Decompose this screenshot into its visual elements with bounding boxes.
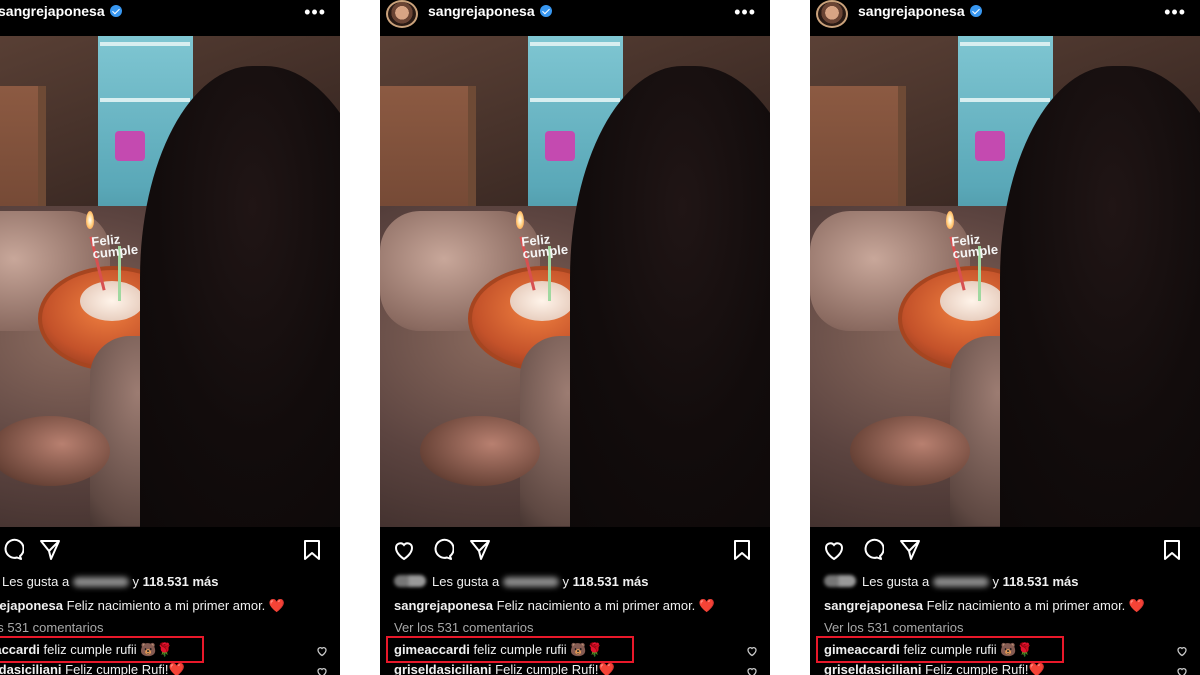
action-bar [810, 538, 1200, 564]
post-username[interactable]: sangrejaponesa [858, 3, 982, 19]
comment-row: griseldasiciliani Feliz cumple Rufi!❤️ [394, 662, 615, 675]
small-heart-icon[interactable] [1176, 645, 1188, 657]
small-heart-icon[interactable] [746, 666, 758, 675]
more-options-icon[interactable]: ••• [304, 2, 326, 23]
post-photo[interactable]: Feliz cumple [810, 36, 1200, 527]
verified-badge-icon [109, 5, 122, 17]
photo-cake [510, 281, 574, 321]
comment-row: gimeaccardi feliz cumple rufii 🐻🌹 [824, 642, 1033, 657]
view-comments-link[interactable]: Ver los 531 comentarios [0, 620, 103, 635]
blurred-username [932, 577, 989, 587]
photo-cake [940, 281, 1004, 321]
small-heart-icon[interactable] [316, 666, 328, 675]
likes-summary[interactable]: Les gusta a y 118.531 más [0, 574, 219, 589]
more-options-icon[interactable]: ••• [734, 2, 756, 23]
avatar[interactable] [816, 0, 848, 28]
heart-icon[interactable] [822, 538, 846, 562]
comment-icon[interactable] [0, 538, 25, 562]
action-bar [380, 538, 770, 564]
post-photo[interactable]: Feliz cumple [380, 36, 770, 527]
liker-avatars [394, 575, 426, 587]
post-caption: sangrejaponesa Feliz nacimiento a mi pri… [0, 598, 286, 613]
view-comments-link[interactable]: Ver los 531 comentarios [824, 620, 963, 635]
photo-boots [975, 131, 1005, 161]
bookmark-icon[interactable] [730, 538, 754, 562]
share-icon[interactable] [38, 538, 62, 562]
post-photo[interactable]: Feliz cumple [0, 36, 340, 527]
photo-person-knee [850, 416, 970, 486]
cake-topper: Feliz cumple [520, 231, 569, 262]
post-panel-left: sangrejaponesa ••• Feliz cumple Les gusta… [0, 0, 340, 675]
comment-row: gimeaccardi feliz cumple rufii 🐻🌹 [394, 642, 603, 657]
post-header: sangrejaponesa ••• [810, 0, 1200, 36]
small-heart-icon[interactable] [316, 645, 328, 657]
post-username[interactable]: sangrejaponesa [0, 3, 122, 19]
small-heart-icon[interactable] [1176, 666, 1188, 675]
action-bar [0, 538, 340, 564]
bookmark-icon[interactable] [1160, 538, 1184, 562]
share-icon[interactable] [898, 538, 922, 562]
photo-person-head [570, 66, 770, 527]
cake-topper: Feliz cumple [90, 231, 139, 262]
likes-summary[interactable]: Les gusta a y 118.531 más [824, 574, 1079, 589]
comment-icon[interactable] [860, 538, 885, 562]
blurred-username [72, 577, 129, 587]
cake-topper: Feliz cumple [950, 231, 999, 262]
likes-summary[interactable]: Les gusta a y 118.531 más [394, 574, 649, 589]
share-icon[interactable] [468, 538, 492, 562]
bookmark-icon[interactable] [300, 538, 324, 562]
photo-boots [545, 131, 575, 161]
view-comments-link[interactable]: Ver los 531 comentarios [394, 620, 533, 635]
post-username[interactable]: sangrejaponesa [428, 3, 552, 19]
verified-badge-icon [539, 5, 552, 17]
liker-avatars [824, 575, 856, 587]
heart-icon[interactable] [392, 538, 416, 562]
post-caption: sangrejaponesa Feliz nacimiento a mi pri… [394, 598, 716, 613]
comment-row: gimeaccardi feliz cumple rufii 🐻🌹 [0, 642, 173, 657]
blurred-username [502, 577, 559, 587]
post-header: sangrejaponesa ••• [0, 0, 340, 36]
avatar[interactable] [386, 0, 418, 28]
post-caption: sangrejaponesa Feliz nacimiento a mi pri… [824, 598, 1146, 613]
photo-boots [115, 131, 145, 161]
comment-row: griseldasiciliani Feliz cumple Rufi!❤️ [824, 662, 1045, 675]
post-panel-middle: sangrejaponesa ••• Feliz cumple Les gusta… [380, 0, 770, 675]
verified-badge-icon [969, 5, 982, 17]
more-options-icon[interactable]: ••• [1164, 2, 1186, 23]
comment-icon[interactable] [430, 538, 455, 562]
post-panel-right: sangrejaponesa ••• Feliz cumple Les gusta… [810, 0, 1200, 675]
photo-person-knee [420, 416, 540, 486]
photo-cake [80, 281, 144, 321]
small-heart-icon[interactable] [746, 645, 758, 657]
photo-person-head [140, 66, 340, 527]
comment-row: griseldasiciliani Feliz cumple Rufi!❤️ [0, 662, 185, 675]
post-header: sangrejaponesa ••• [380, 0, 770, 36]
photo-person-head [1000, 66, 1200, 527]
